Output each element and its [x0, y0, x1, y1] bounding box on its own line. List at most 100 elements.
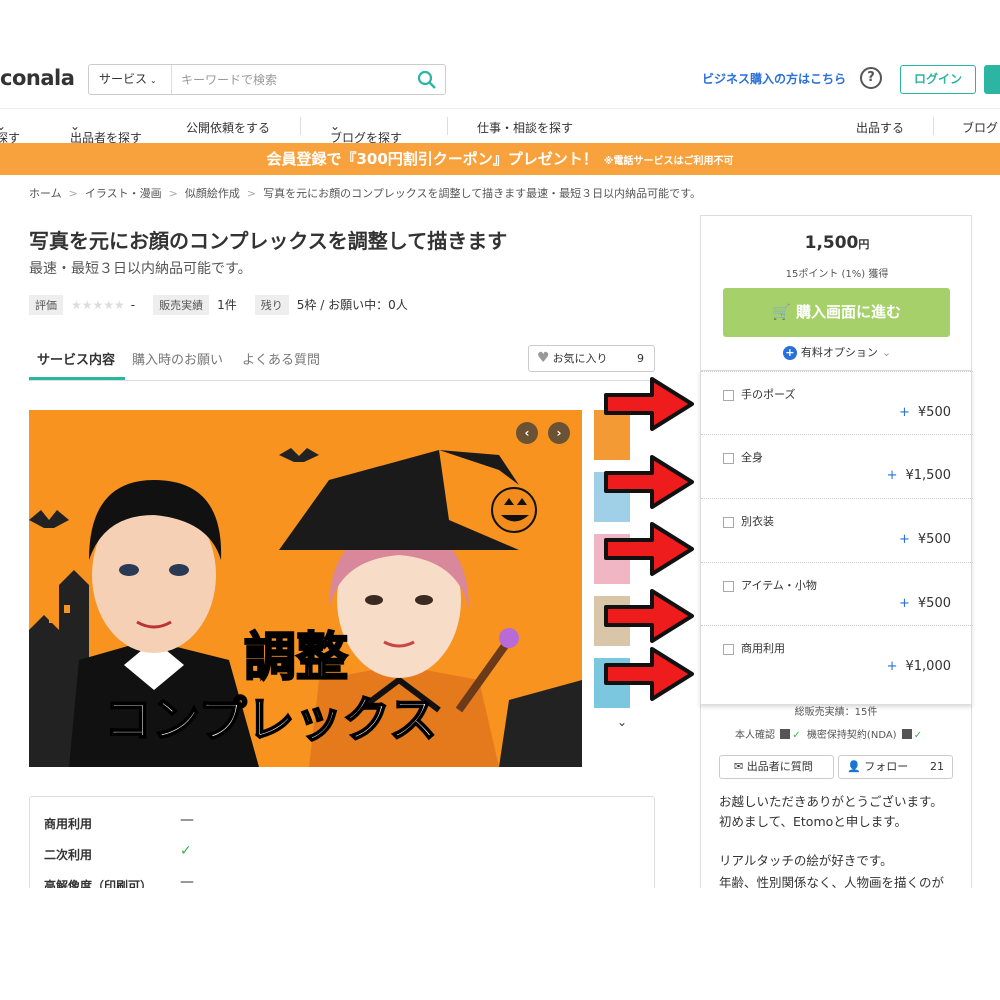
spec-value: — [180, 812, 194, 828]
option-price: + ¥500 [899, 532, 951, 547]
tab-faq[interactable]: よくある質問 [242, 349, 320, 368]
site-logo[interactable]: conala [0, 66, 75, 90]
tab-service-details[interactable]: サービス内容 [37, 349, 115, 368]
option-name: アイテム・小物 [741, 579, 817, 592]
search-icon[interactable] [417, 70, 437, 90]
option-price: + ¥1,500 [886, 468, 951, 483]
page-subtitle: 最速・最短３日以内納品可能です。 [29, 261, 252, 277]
add-user-icon: 👤 [847, 760, 861, 773]
spec-value: — [180, 874, 194, 888]
service-main-image[interactable]: ‹ › 調整 コンプレックス [29, 410, 582, 767]
service-meta: 評価 ★★★★★ - 販売実績 1件 残り 5枠 / お願い中：0人 [29, 295, 426, 317]
paid-options-toggle[interactable]: + 有料オプション ⌄ [701, 344, 973, 360]
chevron-down-icon: ⌄ [150, 76, 157, 85]
cart-icon: 🛒 [772, 303, 791, 321]
rating-stars: ★★★★★ [71, 298, 125, 312]
favorite-label: お気に入り [552, 352, 608, 365]
login-button[interactable]: ログイン [900, 65, 976, 94]
option-commercial-use[interactable]: 商用利用 + ¥1,000 [701, 625, 973, 688]
seller-bio-line: 初めまして、Etomoと申します。 [719, 814, 908, 829]
follow-button[interactable]: 👤 フォロー 21 [838, 755, 953, 779]
option-checkbox[interactable] [723, 517, 734, 528]
option-checkbox[interactable] [723, 644, 734, 655]
option-checkbox[interactable] [723, 581, 734, 592]
seller-bio-line: 年齢、性別関係なく、人物画を描くのが [719, 875, 945, 888]
identity-label: 本人確認 [735, 730, 775, 741]
plus-icon: + [782, 346, 797, 360]
carousel-prev-button[interactable]: ‹ [516, 422, 538, 444]
hero-caption-complex: コンプレックス [103, 691, 438, 749]
sales-label: 販売実績 [153, 295, 210, 315]
option-items[interactable]: アイテム・小物 + ¥500 [701, 562, 973, 625]
heart-icon: ♥ [537, 350, 550, 366]
option-other-outfit[interactable]: 別衣装 + ¥500 [701, 498, 973, 561]
register-button[interactable] [984, 65, 1000, 94]
active-tab-indicator [29, 377, 125, 380]
price-value: 1,500 [804, 233, 859, 253]
favorite-button[interactable]: ♥ お気に入り 9 [528, 345, 655, 372]
nav-item-sell[interactable]: 出品する [856, 119, 904, 136]
breadcrumb-portrait[interactable]: 似顔絵作成 [185, 187, 240, 200]
spec-label: 高解像度（印刷可） [44, 879, 153, 888]
option-full-body[interactable]: 全身 + ¥1,500 [701, 434, 973, 497]
mail-icon: ✉ [734, 760, 744, 773]
promo-banner[interactable]: 会員登録で『300円割引クーポン』プレゼント！ ※電話サービスはご利用不可 [0, 143, 1000, 175]
option-price: + ¥1,000 [886, 659, 951, 674]
option-price: + ¥500 [899, 596, 951, 611]
total-sales: 総販売実績：15件 [794, 707, 878, 718]
main-nav: 探す ⌄ 出品者を探す ⌄ 公開依頼をする ブログを探す ⌄ 仕事・相談を探す … [0, 108, 1000, 145]
breadcrumb-current: 写真を元にお顔のコンプレックスを調整して描きます最速・最短３日以内納品可能です。 [263, 187, 702, 200]
nav-divider [933, 117, 934, 135]
business-purchase-link[interactable]: ビジネス購入の方はこちら [702, 70, 846, 87]
page-title: 写真を元にお顔のコンプレックスを調整して描きます [29, 229, 508, 253]
remaining-value: 5枠 / お願い中：0人 [296, 298, 408, 312]
option-name: 別衣装 [741, 515, 774, 528]
tab-purchase-requests[interactable]: 購入時のお願い [132, 349, 223, 368]
document-icon [901, 729, 912, 739]
red-arrow-icon [604, 522, 694, 576]
breadcrumb: ホーム > イラスト・漫画 > 似顔絵作成 > 写真を元にお顔のコンプレックスを調整して描き… [29, 187, 702, 200]
search-input[interactable] [173, 65, 403, 94]
seller-verification: 本人確認 ✓ 機密保持契約(NDA) ✓ [735, 726, 922, 741]
hero-caption-adjust: 調整 [243, 627, 349, 689]
breadcrumb-illustration[interactable]: イラスト・漫画 [85, 187, 162, 200]
search-category-label: サービス [99, 72, 148, 86]
nav-item-blog[interactable]: ブログ [962, 119, 998, 136]
option-hand-pose[interactable]: 手のポーズ + ¥500 [701, 371, 973, 434]
paid-options-list: 手のポーズ + ¥500 全身 + ¥1,500 別衣装 + ¥500 アイテム・小物 + ¥5… [700, 370, 973, 705]
breadcrumb-home[interactable]: ホーム [29, 187, 62, 200]
browser-viewport: conala サービス⌄ ビジネス購入の方はこちら ? ログイン 探す ⌄ 出品… [0, 55, 1000, 888]
ask-label: 出品者に質問 [746, 760, 813, 773]
favorite-count: 9 [637, 352, 644, 365]
nav-item-jobs[interactable]: 仕事・相談を探す [477, 119, 573, 136]
site-header: conala サービス⌄ ビジネス購入の方はこちら ? ログイン [0, 55, 1000, 105]
option-name: 全身 [741, 451, 763, 464]
nav-item-blogs[interactable]: ブログを探す ⌄ [330, 119, 402, 145]
price-unit: 円 [858, 238, 870, 251]
option-name: 商用利用 [741, 642, 785, 655]
carousel-next-button[interactable]: › [548, 422, 570, 444]
option-price: + ¥500 [899, 405, 951, 420]
option-price-value: ¥500 [917, 405, 951, 420]
promo-note: ※電話サービスはご利用不可 [603, 156, 734, 167]
red-arrow-icon [604, 377, 694, 431]
nav-item-search[interactable]: 探す ⌄ [0, 119, 20, 145]
follow-count: 21 [930, 760, 944, 773]
check-icon: ✓ [180, 843, 192, 859]
nav-item-find-sellers[interactable]: 出品者を探す ⌄ [70, 119, 142, 145]
nav-item-public-request[interactable]: 公開依頼をする [186, 119, 270, 136]
promo-text: 会員登録で『300円割引クーポン』プレゼント！ [266, 150, 598, 168]
proceed-to-purchase-button[interactable]: 🛒 購入画面に進む [723, 288, 950, 337]
option-checkbox[interactable] [723, 390, 734, 401]
seller-bio-line: お越しいただきありがとうございます。 [719, 794, 943, 809]
remaining-label: 残り [254, 295, 289, 315]
spec-label: 商用利用 [44, 817, 93, 831]
ask-seller-button[interactable]: ✉ 出品者に質問 [719, 755, 834, 779]
search-category-select[interactable]: サービス ⌄ [89, 65, 172, 94]
option-checkbox[interactable] [723, 453, 734, 464]
rating-label: 評価 [29, 295, 63, 315]
help-icon[interactable]: ? [860, 67, 882, 89]
red-arrow-icon [604, 455, 694, 509]
chevron-down-icon[interactable]: ⌄ [617, 715, 627, 729]
chevron-down-icon: ⌄ [881, 346, 892, 359]
